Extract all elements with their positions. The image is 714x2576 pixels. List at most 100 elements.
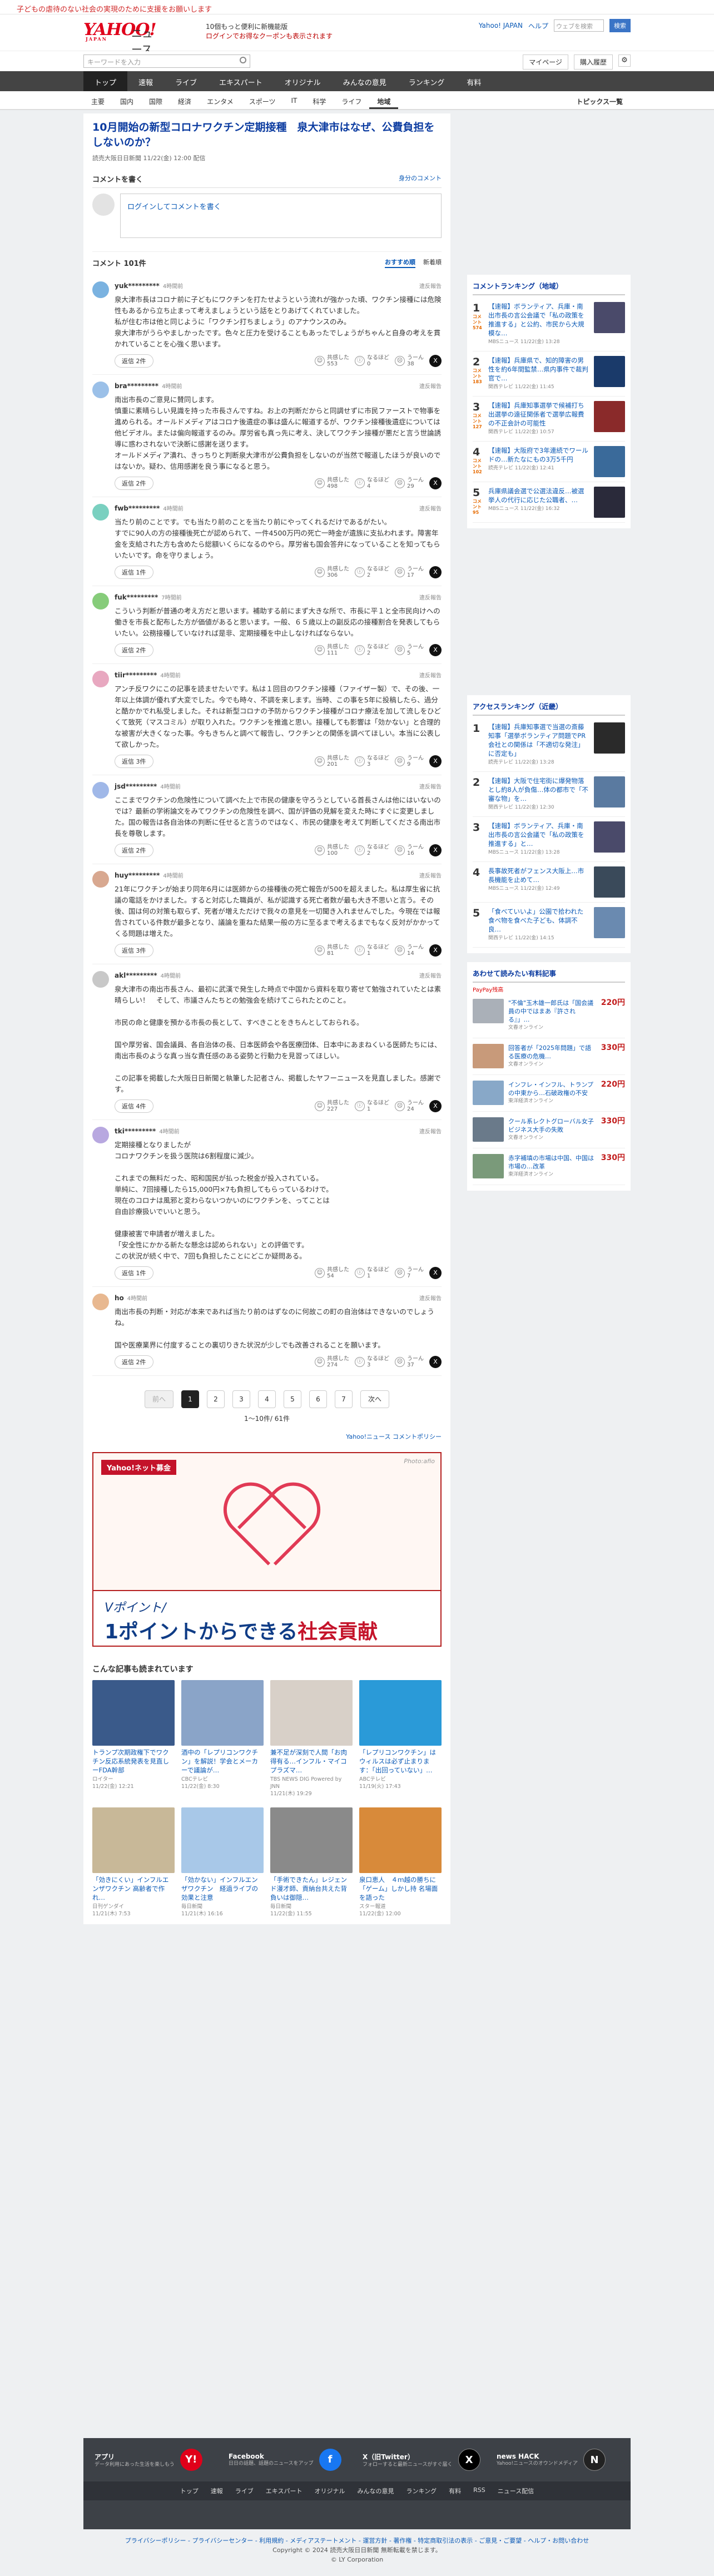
gnav-breaking[interactable]: 速報	[127, 71, 164, 91]
comment-username[interactable]: yuk*********	[115, 282, 160, 290]
reply-button[interactable]: 返信 1件	[115, 566, 153, 579]
reply-button[interactable]: 返信 3件	[115, 755, 153, 768]
hmm-button[interactable]: ☹ うーん 37	[395, 1356, 424, 1368]
article-title[interactable]: 10月開始の新型コロナワクチン定期接種 泉大津市はなぜ、公費負担をしないのか？	[92, 120, 442, 150]
empathy-button[interactable]: ☺ 共感した 553	[315, 355, 349, 367]
ranking-thumbnail[interactable]	[594, 302, 625, 333]
insight-button[interactable]: ⓘ なるほど 0	[355, 355, 389, 367]
x-share-icon[interactable]: X	[429, 844, 442, 856]
comment-user[interactable]: fuk********* 7時間前 違反報告	[115, 593, 442, 601]
related-title[interactable]: 「レプリコンワクチン」はウィルスは必ず止まります：「出回っていない」…	[359, 1748, 442, 1776]
page-7[interactable]: 7	[335, 1390, 353, 1408]
report-link[interactable]: 違反報告	[419, 782, 442, 790]
reply-button[interactable]: 返信 2件	[115, 844, 153, 857]
related-thumbnail[interactable]	[92, 1807, 175, 1873]
reply-button[interactable]: 返信 2件	[115, 1355, 153, 1369]
footer-app[interactable]: news HACK Yahoo!ニュースのオウンドメディア N	[497, 2447, 619, 2473]
paid-thumbnail[interactable]	[473, 999, 504, 1023]
hmm-button[interactable]: ☹ うーん 7	[395, 1267, 424, 1279]
related-thumbnail[interactable]	[181, 1807, 264, 1873]
comment-username[interactable]: huy*********	[115, 871, 160, 879]
gnav-expert[interactable]: エキスパート	[208, 71, 274, 91]
footer-app-title[interactable]: news HACK	[497, 2453, 578, 2460]
empathy-button[interactable]: ☺ 共感した 201	[315, 755, 349, 767]
sort-recommended[interactable]: おすすめ順	[385, 257, 415, 268]
footer-link[interactable]: ランキング	[406, 2486, 437, 2495]
footer-app[interactable]: アプリ データ利用にあった生活を楽しもう Y!	[95, 2447, 217, 2473]
comment-avatar[interactable]	[92, 281, 109, 298]
header-promo[interactable]: 10個もっと便利に新機能版 ログインでお得なクーポンも表示されます	[206, 22, 333, 41]
comment-user[interactable]: yuk********* 4時間前 違反報告	[115, 281, 442, 290]
reply-button[interactable]: 返信 2件	[115, 477, 153, 490]
footer-app-title[interactable]: X（旧Twitter）	[363, 2452, 453, 2461]
comment-user[interactable]: fwb********* 4時間前 違反報告	[115, 504, 442, 512]
hmm-button[interactable]: ☹ うーん 9	[395, 755, 424, 767]
related-title[interactable]: 「効かない」インフルエンザワクチン 経過ライブの効果と注意	[181, 1875, 264, 1903]
history-button[interactable]: 購入履歴	[573, 55, 613, 70]
access-item[interactable]: 3 【速報】ボランティア、兵庫・南出市長の言公会議で「私の政策を推進する」と… MB…	[473, 817, 625, 862]
access-item[interactable]: 4 長事故死者がフェンス大阪上…市長機能を止めて… MBSニュース 11/22(金)…	[473, 862, 625, 903]
x-share-icon[interactable]: X	[429, 1356, 442, 1368]
paid-article-item[interactable]: クール系レクトグローバル女子ビジネス大手の失敗 文春オンライン 330円	[473, 1112, 625, 1148]
insight-button[interactable]: ⓘ なるほど 4	[355, 477, 389, 489]
related-title[interactable]: 酒中の「レプリコンワクチン」を解説！学会とメーカーで議論が…	[181, 1748, 264, 1776]
comment-avatar[interactable]	[92, 504, 109, 521]
sort-newest[interactable]: 新着順	[423, 257, 442, 268]
x-share-icon[interactable]: X	[429, 755, 442, 767]
comment-textarea[interactable]: ログインしてコメントを書く	[120, 194, 442, 238]
access-item[interactable]: 5 「食べていいよ」公園で拾われた食べ物を食べた子ども、体調不良… 関西テレビ 11…	[473, 903, 625, 948]
related-title[interactable]: 兼不足が深刻で人間「お肉得有る…インフル・マイコプラズマ…	[270, 1748, 353, 1776]
ranking-title[interactable]: 【速報】兵庫県で、知的障害の男性を約6年間監禁…県内事件で裁判官で… 関西テレビ …	[488, 356, 589, 392]
x-share-icon[interactable]: X	[429, 644, 442, 656]
search-icon[interactable]	[240, 57, 246, 63]
snav-life[interactable]: ライフ	[334, 91, 369, 109]
insight-button[interactable]: ⓘ なるほど 1	[355, 1100, 389, 1112]
paid-title[interactable]: 回答者が「2025年問題」で語る医療の危機… 文春オンライン	[508, 1044, 597, 1069]
snav-local[interactable]: 地域	[369, 91, 399, 109]
web-search-button[interactable]: 検索	[609, 19, 631, 32]
page-2[interactable]: 2	[207, 1390, 225, 1408]
empathy-button[interactable]: ☺ 共感した 306	[315, 566, 349, 578]
related-item[interactable]: 泉口恵人 ４ｍ越の勝ちに「ゲーム」しかし持 名場面を語った スター報道 11/22…	[359, 1807, 442, 1918]
legal-links[interactable]: プライバシーポリシー - プライバシーセンター - 利用規約 - メディアステー…	[125, 2537, 589, 2544]
access-item[interactable]: 1 【速報】兵庫知事選で当選の斎藤知事「選挙ボランティア問題でPR会社との関係は「…	[473, 718, 625, 772]
ranking-item[interactable]: 3 コメント 127 【速報】兵庫知事選挙で候補打ち出選挙の遠征関係者で選挙広報費の不…	[473, 397, 625, 442]
footer-link[interactable]: トップ	[180, 2486, 199, 2495]
page-1[interactable]: 1	[181, 1390, 199, 1408]
insight-button[interactable]: ⓘ なるほど 3	[355, 1356, 389, 1368]
ranking-title[interactable]: 【速報】大阪府で3年連続でワールドの…新たなにもの3万5千円 読売テレビ 11/2…	[488, 446, 589, 477]
hmm-button[interactable]: ☹ うーん 29	[395, 477, 424, 489]
comment-user[interactable]: huy********* 4時間前 違反報告	[115, 871, 442, 879]
comment-username[interactable]: bra*********	[115, 382, 158, 390]
paid-title[interactable]: "不倫"玉木雄一郎氏は「国会議員の中ではまあ『許される』」… 文春オンライン	[508, 999, 597, 1032]
snav-domestic[interactable]: 国内	[112, 91, 141, 109]
comment-username[interactable]: ho	[115, 1294, 124, 1302]
page-4[interactable]: 4	[258, 1390, 276, 1408]
access-title[interactable]: 【速報】兵庫知事選で当選の斎藤知事「選挙ボランティア問題でPR会社との関係は「不…	[488, 722, 589, 767]
insight-button[interactable]: ⓘ なるほど 2	[355, 844, 389, 856]
access-thumbnail[interactable]	[594, 722, 625, 754]
insight-button[interactable]: ⓘ なるほど 1	[355, 1267, 389, 1279]
snav-economy[interactable]: 経済	[170, 91, 199, 109]
gnav-paid[interactable]: 有料	[455, 71, 492, 91]
insight-button[interactable]: ⓘ なるほど 1	[355, 944, 389, 957]
page-5[interactable]: 5	[284, 1390, 301, 1408]
report-link[interactable]: 違反報告	[419, 1294, 442, 1302]
ranking-item[interactable]: 2 コメント 183 【速報】兵庫県で、知的障害の男性を約6年間監禁…県内事件で裁判官…	[473, 351, 625, 397]
hmm-button[interactable]: ☹ うーん 5	[395, 644, 424, 656]
empathy-button[interactable]: ☺ 共感した 100	[315, 844, 349, 856]
footer-link[interactable]: 速報	[211, 2486, 223, 2495]
comment-user[interactable]: tiir********* 4時間前 違反報告	[115, 671, 442, 679]
snav-main[interactable]: 主要	[83, 91, 112, 109]
gnav-top[interactable]: トップ	[83, 71, 128, 91]
donation-banner[interactable]: Yahoo!ネット募金 Photo:afio Vポイント/ 1ポイントからできる…	[92, 1452, 442, 1647]
ranking-thumbnail[interactable]	[594, 446, 625, 477]
footer-link[interactable]: ライブ	[235, 2486, 254, 2495]
empathy-button[interactable]: ☺ 共感した 54	[315, 1267, 349, 1279]
footer-link[interactable]: エキスパート	[266, 2486, 303, 2495]
access-title[interactable]: 【速報】ボランティア、兵庫・南出市長の言公会議で「私の政策を推進する」と… MBS…	[488, 821, 589, 857]
related-title[interactable]: 「手術できたん」レジェンド漫才師、貢納台共えた背負いは御隠…	[270, 1875, 353, 1903]
paid-title[interactable]: 赤字補填の市場は中国、中国は市場の…改革 東洋経済オンライン	[508, 1154, 597, 1179]
related-item[interactable]: 兼不足が深刻で人間「お肉得有る…インフル・マイコプラズマ… TBS NEWS DI…	[270, 1680, 353, 1797]
comment-policy-link[interactable]: 身分のコメント	[399, 174, 442, 184]
